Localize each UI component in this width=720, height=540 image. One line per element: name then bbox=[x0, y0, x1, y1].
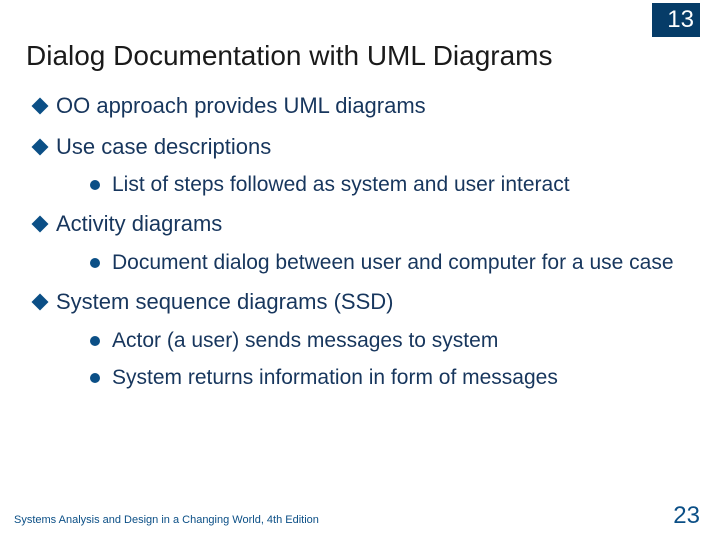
dot-icon bbox=[90, 258, 100, 268]
bullet-l2: Actor (a user) sends messages to system bbox=[90, 327, 686, 354]
dot-icon bbox=[90, 373, 100, 383]
dot-icon bbox=[90, 336, 100, 346]
dot-icon bbox=[90, 180, 100, 190]
footer-source: Systems Analysis and Design in a Changin… bbox=[14, 514, 319, 526]
diamond-icon bbox=[32, 294, 49, 311]
bullet-l1: Activity diagrams bbox=[34, 210, 696, 239]
bullet-l2-text: Document dialog between user and compute… bbox=[112, 249, 674, 276]
bullet-l2: List of steps followed as system and use… bbox=[90, 171, 686, 198]
bullet-l2-text: Actor (a user) sends messages to system bbox=[112, 327, 498, 354]
bullet-l2-text: System returns information in form of me… bbox=[112, 364, 558, 391]
diamond-icon bbox=[32, 216, 49, 233]
chapter-number: 13 bbox=[667, 6, 694, 34]
page-number: 23 bbox=[673, 502, 700, 530]
bullet-l1-text: Activity diagrams bbox=[56, 210, 222, 239]
bullet-l1-text: System sequence diagrams (SSD) bbox=[56, 288, 393, 317]
bullet-l2: Document dialog between user and compute… bbox=[90, 249, 686, 276]
bullet-l2: System returns information in form of me… bbox=[90, 364, 686, 391]
slide-title: Dialog Documentation with UML Diagrams bbox=[26, 40, 553, 72]
bullet-l1: OO approach provides UML diagrams bbox=[34, 92, 696, 121]
bullet-l1-text: Use case descriptions bbox=[56, 133, 271, 162]
bullet-l1: Use case descriptions bbox=[34, 133, 696, 162]
bullet-l1-text: OO approach provides UML diagrams bbox=[56, 92, 426, 121]
diamond-icon bbox=[32, 138, 49, 155]
chapter-number-box: 13 bbox=[652, 3, 700, 37]
slide-content: OO approach provides UML diagrams Use ca… bbox=[34, 92, 696, 392]
bullet-l2-text: List of steps followed as system and use… bbox=[112, 171, 570, 198]
diamond-icon bbox=[32, 98, 49, 115]
bullet-l1: System sequence diagrams (SSD) bbox=[34, 288, 696, 317]
